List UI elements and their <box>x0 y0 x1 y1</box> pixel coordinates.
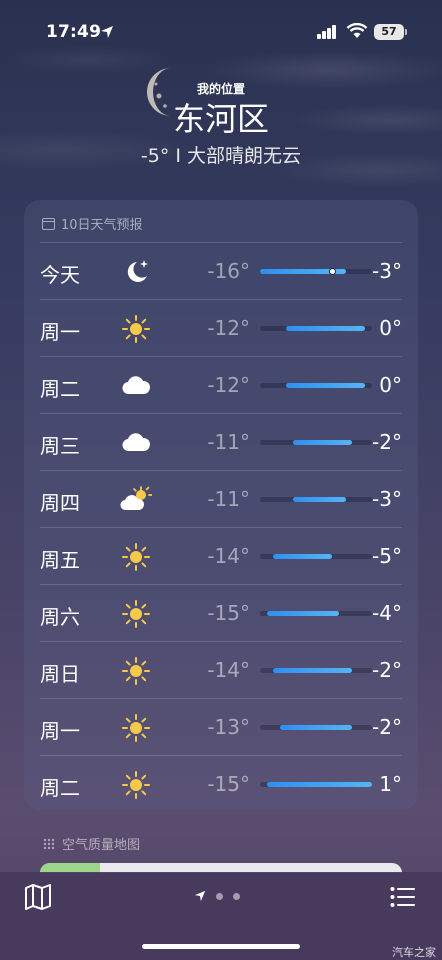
forecast-high-temp: -3° <box>372 259 402 283</box>
forecast-day-label: 周一 <box>40 719 80 743</box>
forecast-row[interactable]: 周日 -14° -2° <box>40 641 402 698</box>
forecast-low-temp: -12° <box>207 373 250 397</box>
forecast-day-label: 周五 <box>40 548 80 572</box>
temperature-range-fill <box>292 497 346 502</box>
temperature-range-fill <box>292 440 353 445</box>
sun-icon <box>120 599 152 629</box>
forecast-high-temp: -3° <box>372 487 402 511</box>
forecast-row[interactable]: 周四 -11° -3° <box>40 470 402 527</box>
moon-stars-icon <box>120 257 152 287</box>
location-header: 我的位置 东河区 -5° I 大部晴朗无云 <box>0 80 442 168</box>
forecast-low-temp: -14° <box>207 544 250 568</box>
status-bar: 17:49 57 <box>0 0 442 60</box>
calendar-icon <box>42 217 55 230</box>
city-name: 东河区 <box>172 100 269 138</box>
forecast-row[interactable]: 周二 -15° 1° <box>40 755 402 812</box>
forecast-high-temp: 0° <box>379 316 402 340</box>
forecast-row[interactable]: 周五 -14° -5° <box>40 527 402 584</box>
page-indicator[interactable] <box>194 890 240 902</box>
forecast-day-label: 周一 <box>40 320 80 344</box>
forecast-high-temp: -2° <box>372 715 402 739</box>
sun-icon <box>120 713 152 743</box>
forecast-high-temp: -5° <box>372 544 402 568</box>
forecast-row[interactable]: 今天 -16° -3° <box>40 242 402 299</box>
forecast-low-temp: -11° <box>207 487 250 511</box>
page-dot <box>216 892 223 900</box>
forecast-day-label: 周三 <box>40 434 80 458</box>
home-indicator[interactable] <box>142 944 300 949</box>
forecast-row[interactable]: 周一 -12° 0° <box>40 299 402 356</box>
watermark-text: 汽车之家 <box>392 946 436 959</box>
map-icon[interactable] <box>24 884 52 910</box>
battery-indicator: 57 <box>374 24 407 40</box>
forecast-low-temp: -15° <box>207 772 250 796</box>
cloud-icon <box>120 428 152 458</box>
forecast-day-label: 今天 <box>40 263 80 287</box>
forecast-low-temp: -15° <box>207 601 250 625</box>
forecast-high-temp: -2° <box>372 430 402 454</box>
forecast-low-temp: -13° <box>207 715 250 739</box>
sun-icon <box>120 542 152 572</box>
page-dot <box>233 892 240 900</box>
forecast-high-temp: -2° <box>372 658 402 682</box>
status-time: 17:49 <box>46 22 102 42</box>
current-condition: -5° I 大部晴朗无云 <box>140 145 302 167</box>
partly-cloudy-icon <box>120 485 153 515</box>
air-quality-title: 空气质量地图 <box>42 834 140 853</box>
sun-icon <box>120 656 152 686</box>
wifi-icon <box>346 23 368 38</box>
forecast-day-label: 周二 <box>40 377 80 401</box>
forecast-row[interactable]: 周二 -12° 0° <box>40 356 402 413</box>
forecast-low-temp: -16° <box>207 259 250 283</box>
forecast-card-title: 10日天气预报 <box>42 214 143 233</box>
forecast-high-temp: 1° <box>379 772 402 796</box>
temperature-range-fill <box>279 725 353 730</box>
temperature-range-fill <box>266 611 340 616</box>
bottom-toolbar <box>0 872 442 960</box>
list-icon[interactable] <box>390 886 416 908</box>
temperature-range-fill <box>273 554 333 559</box>
forecast-day-label: 周日 <box>40 662 80 686</box>
sun-icon <box>120 770 152 800</box>
temperature-range-fill <box>273 668 353 673</box>
forecast-row[interactable]: 周一 -13° -2° <box>40 698 402 755</box>
forecast-row[interactable]: 周六 -15° -4° <box>40 584 402 641</box>
air-quality-title-text: 空气质量地图 <box>62 838 141 853</box>
forecast-low-temp: -11° <box>207 430 250 454</box>
forecast-low-temp: -12° <box>207 316 250 340</box>
air-quality-icon <box>43 838 55 849</box>
location-arrow-icon <box>101 26 113 38</box>
sun-icon <box>120 314 152 344</box>
current-temp-marker <box>328 268 336 275</box>
forecast-title-text: 10日天气预报 <box>61 218 143 233</box>
forecast-low-temp: -14° <box>207 658 250 682</box>
forecast-high-temp: -4° <box>372 601 402 625</box>
cellular-signal-icon <box>317 25 339 39</box>
location-label: 我的位置 <box>196 82 245 96</box>
forecast-high-temp: 0° <box>379 373 402 397</box>
forecast-row[interactable]: 周三 -11° -2° <box>40 413 402 470</box>
forecast-day-label: 周六 <box>40 605 80 629</box>
ten-day-forecast-card[interactable]: 10日天气预报 今天 -16° -3° 周一 -12° 0° 周二 -12° 0° 周三 -11° -… <box>24 200 418 810</box>
forecast-day-label: 周二 <box>40 776 80 800</box>
cloud-icon <box>120 371 152 401</box>
forecast-day-label: 周四 <box>40 491 80 515</box>
forecast-rows: 今天 -16° -3° 周一 -12° 0° 周二 -12° 0° 周三 -11° -2° 周四 -11°… <box>24 242 418 812</box>
current-location-page-icon <box>194 890 206 902</box>
